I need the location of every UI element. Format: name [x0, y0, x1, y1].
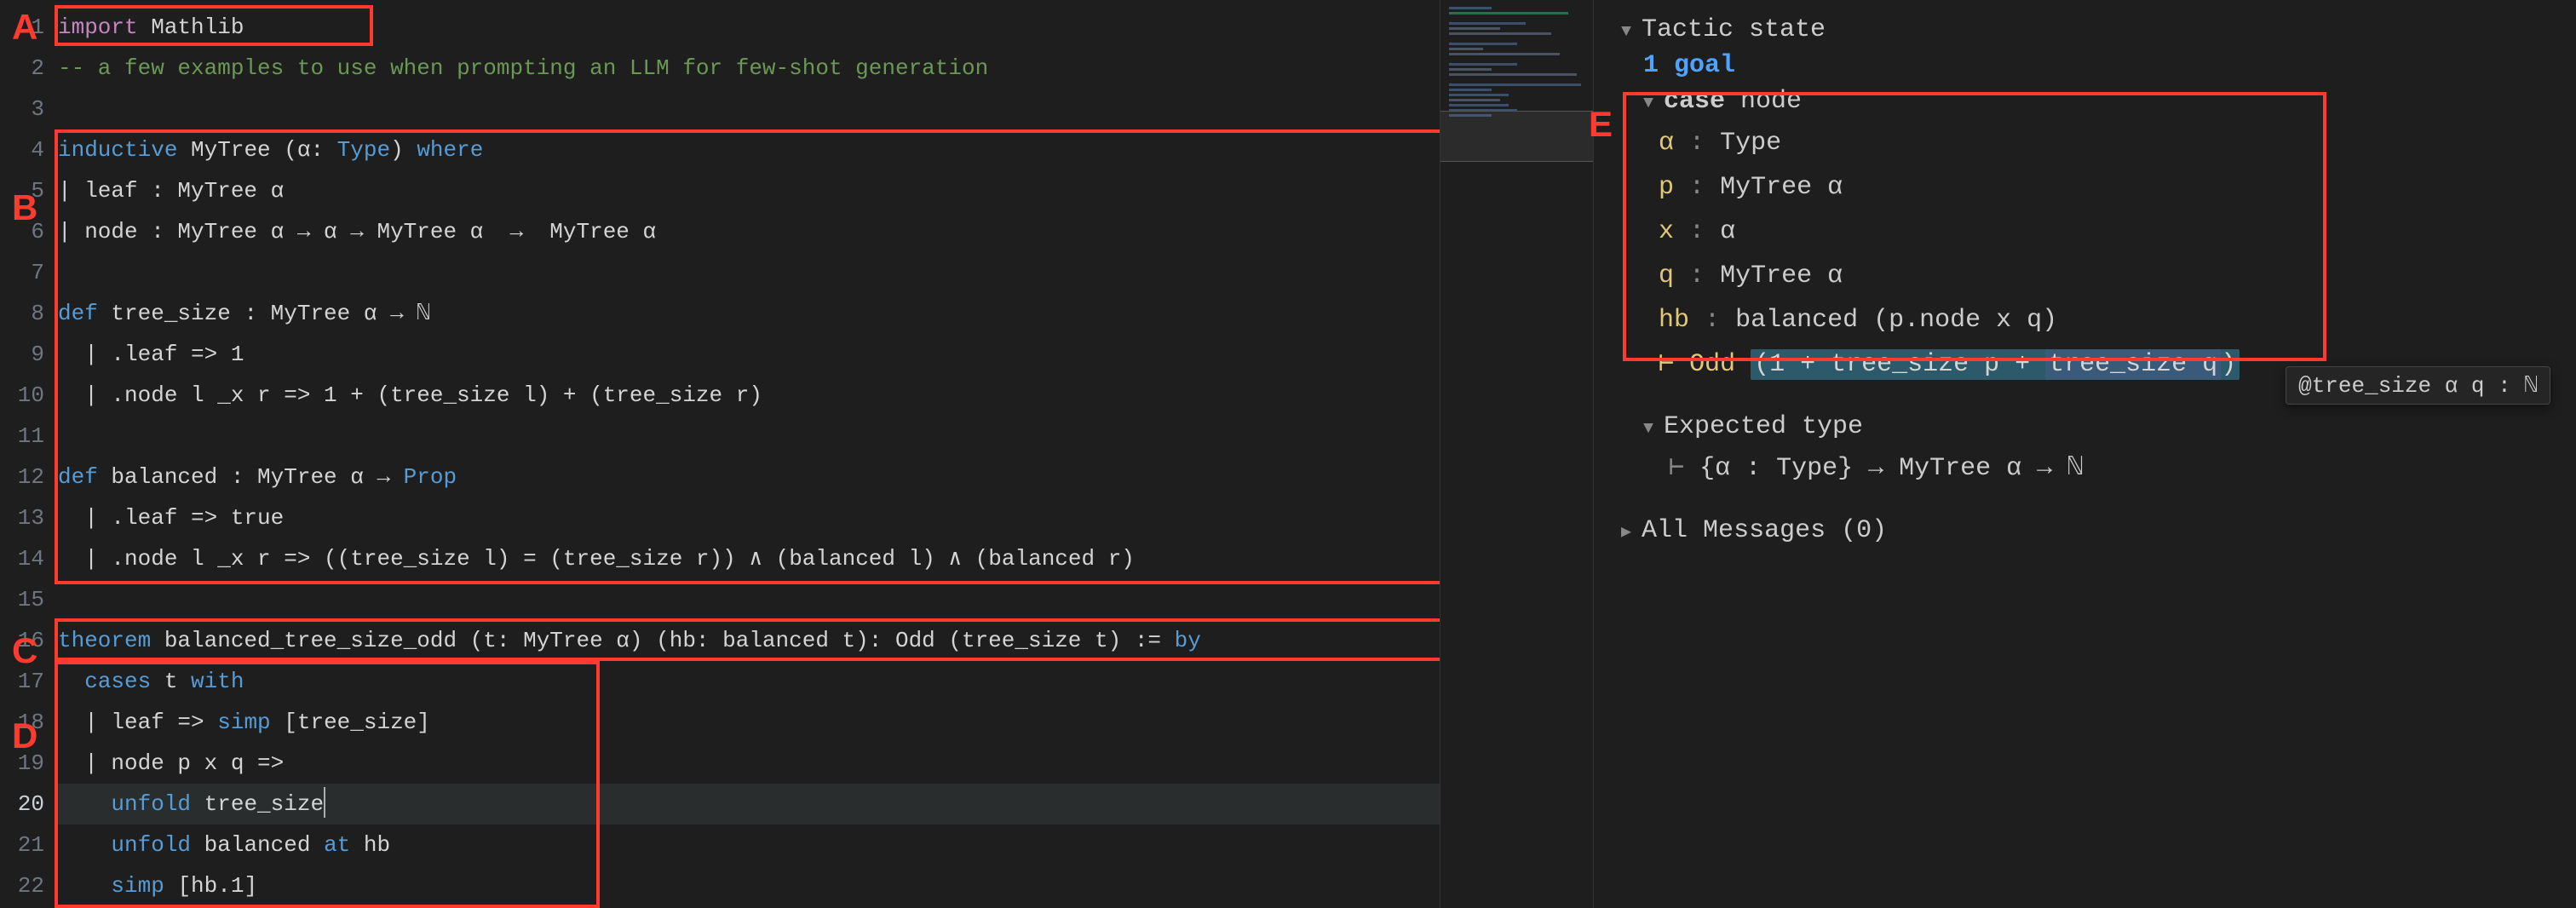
hypothesis: q : MyTree α: [1659, 254, 2559, 298]
code-text: ): [390, 137, 417, 163]
hypothesis: α : Type: [1659, 121, 2559, 165]
code-text: [58, 791, 111, 817]
keyword-by: by: [1175, 628, 1201, 653]
expected-type-header[interactable]: Expected type: [1643, 412, 2559, 441]
line-number: 17: [0, 661, 44, 702]
code-text: balanced_tree_size_odd (t: MyTree α) (hb…: [151, 628, 1121, 653]
minimap-viewport[interactable]: [1440, 111, 1593, 162]
case-name: node: [1740, 87, 1802, 116]
tactic-state-header[interactable]: Tactic state: [1621, 15, 2559, 44]
line-number: 19: [0, 743, 44, 784]
code-text: balanced: [191, 832, 324, 858]
keyword-inductive: inductive: [58, 137, 177, 163]
line-number: 11: [0, 416, 44, 457]
line-number: 6: [0, 211, 44, 252]
hypothesis: x : α: [1659, 210, 2559, 254]
code-text: :=: [1121, 628, 1174, 653]
keyword-theorem: theorem: [58, 628, 151, 653]
code-text: t: [151, 669, 191, 694]
tactic-simp: simp: [111, 873, 164, 899]
line-number: 20: [0, 784, 44, 825]
line-number: 12: [0, 457, 44, 497]
line-number: 2: [0, 48, 44, 89]
line-number: 4: [0, 129, 44, 170]
keyword-def: def: [58, 301, 98, 326]
code-text: [58, 832, 111, 858]
tactic-cases: cases: [84, 669, 151, 694]
code-text: MyTree (α:: [177, 137, 336, 163]
hypotheses: α : Type p : MyTree α x : α q : MyTree α…: [1659, 121, 2559, 387]
code-text: hb: [350, 832, 390, 858]
tactic-simp: simp: [217, 710, 270, 735]
keyword-import: import: [58, 14, 138, 40]
comment: -- a few examples to use when prompting …: [58, 55, 988, 81]
code-editor[interactable]: import Mathlib -- a few examples to use …: [58, 0, 1440, 908]
line-number: 13: [0, 497, 44, 538]
keyword-prop: Prop: [404, 464, 457, 490]
hover-tooltip: @tree_size α q : ℕ: [2286, 366, 2550, 405]
line-number: 1: [0, 7, 44, 48]
code-text: tree_size : MyTree α → ℕ: [98, 301, 430, 326]
code-text: tree_size: [191, 791, 324, 817]
line-number: 10: [0, 375, 44, 416]
line-number: 16: [0, 620, 44, 661]
line-number: 5: [0, 170, 44, 211]
line-number-gutter: 1 2 3 4 5 6 7 8 9 10 11 12 13 14 15 16 1…: [0, 0, 58, 908]
line-number: 21: [0, 825, 44, 865]
line-number: 9: [0, 334, 44, 375]
code-text: | .node l _x r => ((tree_size l) = (tree…: [58, 546, 1135, 572]
info-panel: Tactic state 1 goal case node α : Type p…: [1593, 0, 2576, 908]
hypothesis: p : MyTree α: [1659, 165, 2559, 210]
code-text: | .node l _x r => 1 + (tree_size l) + (t…: [58, 382, 762, 408]
line-number: 22: [0, 865, 44, 906]
line-number: 18: [0, 702, 44, 743]
keyword-with: with: [191, 669, 244, 694]
line-number: 7: [0, 252, 44, 293]
line-number: 15: [0, 579, 44, 620]
code-text: [58, 873, 111, 899]
line-number: 3: [0, 89, 44, 129]
minimap[interactable]: [1440, 0, 1593, 908]
keyword-at: at: [324, 832, 350, 858]
hypothesis: hb : balanced (p.node x q): [1659, 298, 2559, 342]
code-text: | .leaf => true: [58, 505, 284, 531]
code-text: balanced : MyTree α →: [98, 464, 404, 490]
keyword-where: where: [417, 137, 483, 163]
code-text: | leaf =>: [58, 710, 217, 735]
line-number: 8: [0, 293, 44, 334]
code-text: | node : MyTree α → α → MyTree α → MyTre…: [58, 219, 656, 244]
code-text: [hb.1]: [164, 873, 257, 899]
line-number: 14: [0, 538, 44, 579]
code-text: | node p x q =>: [58, 750, 284, 776]
code-text: | leaf : MyTree α: [58, 178, 284, 204]
module-name: Mathlib: [138, 14, 244, 40]
keyword-def: def: [58, 464, 98, 490]
code-text: [tree_size]: [271, 710, 430, 735]
all-messages-header[interactable]: All Messages (0): [1621, 516, 2559, 545]
annotation-label-e: E: [1589, 104, 1613, 145]
tactic-unfold: unfold: [111, 832, 191, 858]
code-text: | .leaf => 1: [58, 342, 244, 367]
keyword-type: Type: [337, 137, 390, 163]
expected-type-body: ⊢ {α : Type} → MyTree α → ℕ: [1669, 446, 2559, 491]
text-cursor: [324, 787, 325, 818]
case-keyword: case: [1664, 87, 1725, 116]
goal-count: 1 goal: [1643, 51, 2559, 80]
case-header[interactable]: case node: [1643, 87, 2559, 116]
tactic-unfold: unfold: [111, 791, 191, 817]
editor-area: 1 2 3 4 5 6 7 8 9 10 11 12 13 14 15 16 1…: [0, 0, 1593, 908]
